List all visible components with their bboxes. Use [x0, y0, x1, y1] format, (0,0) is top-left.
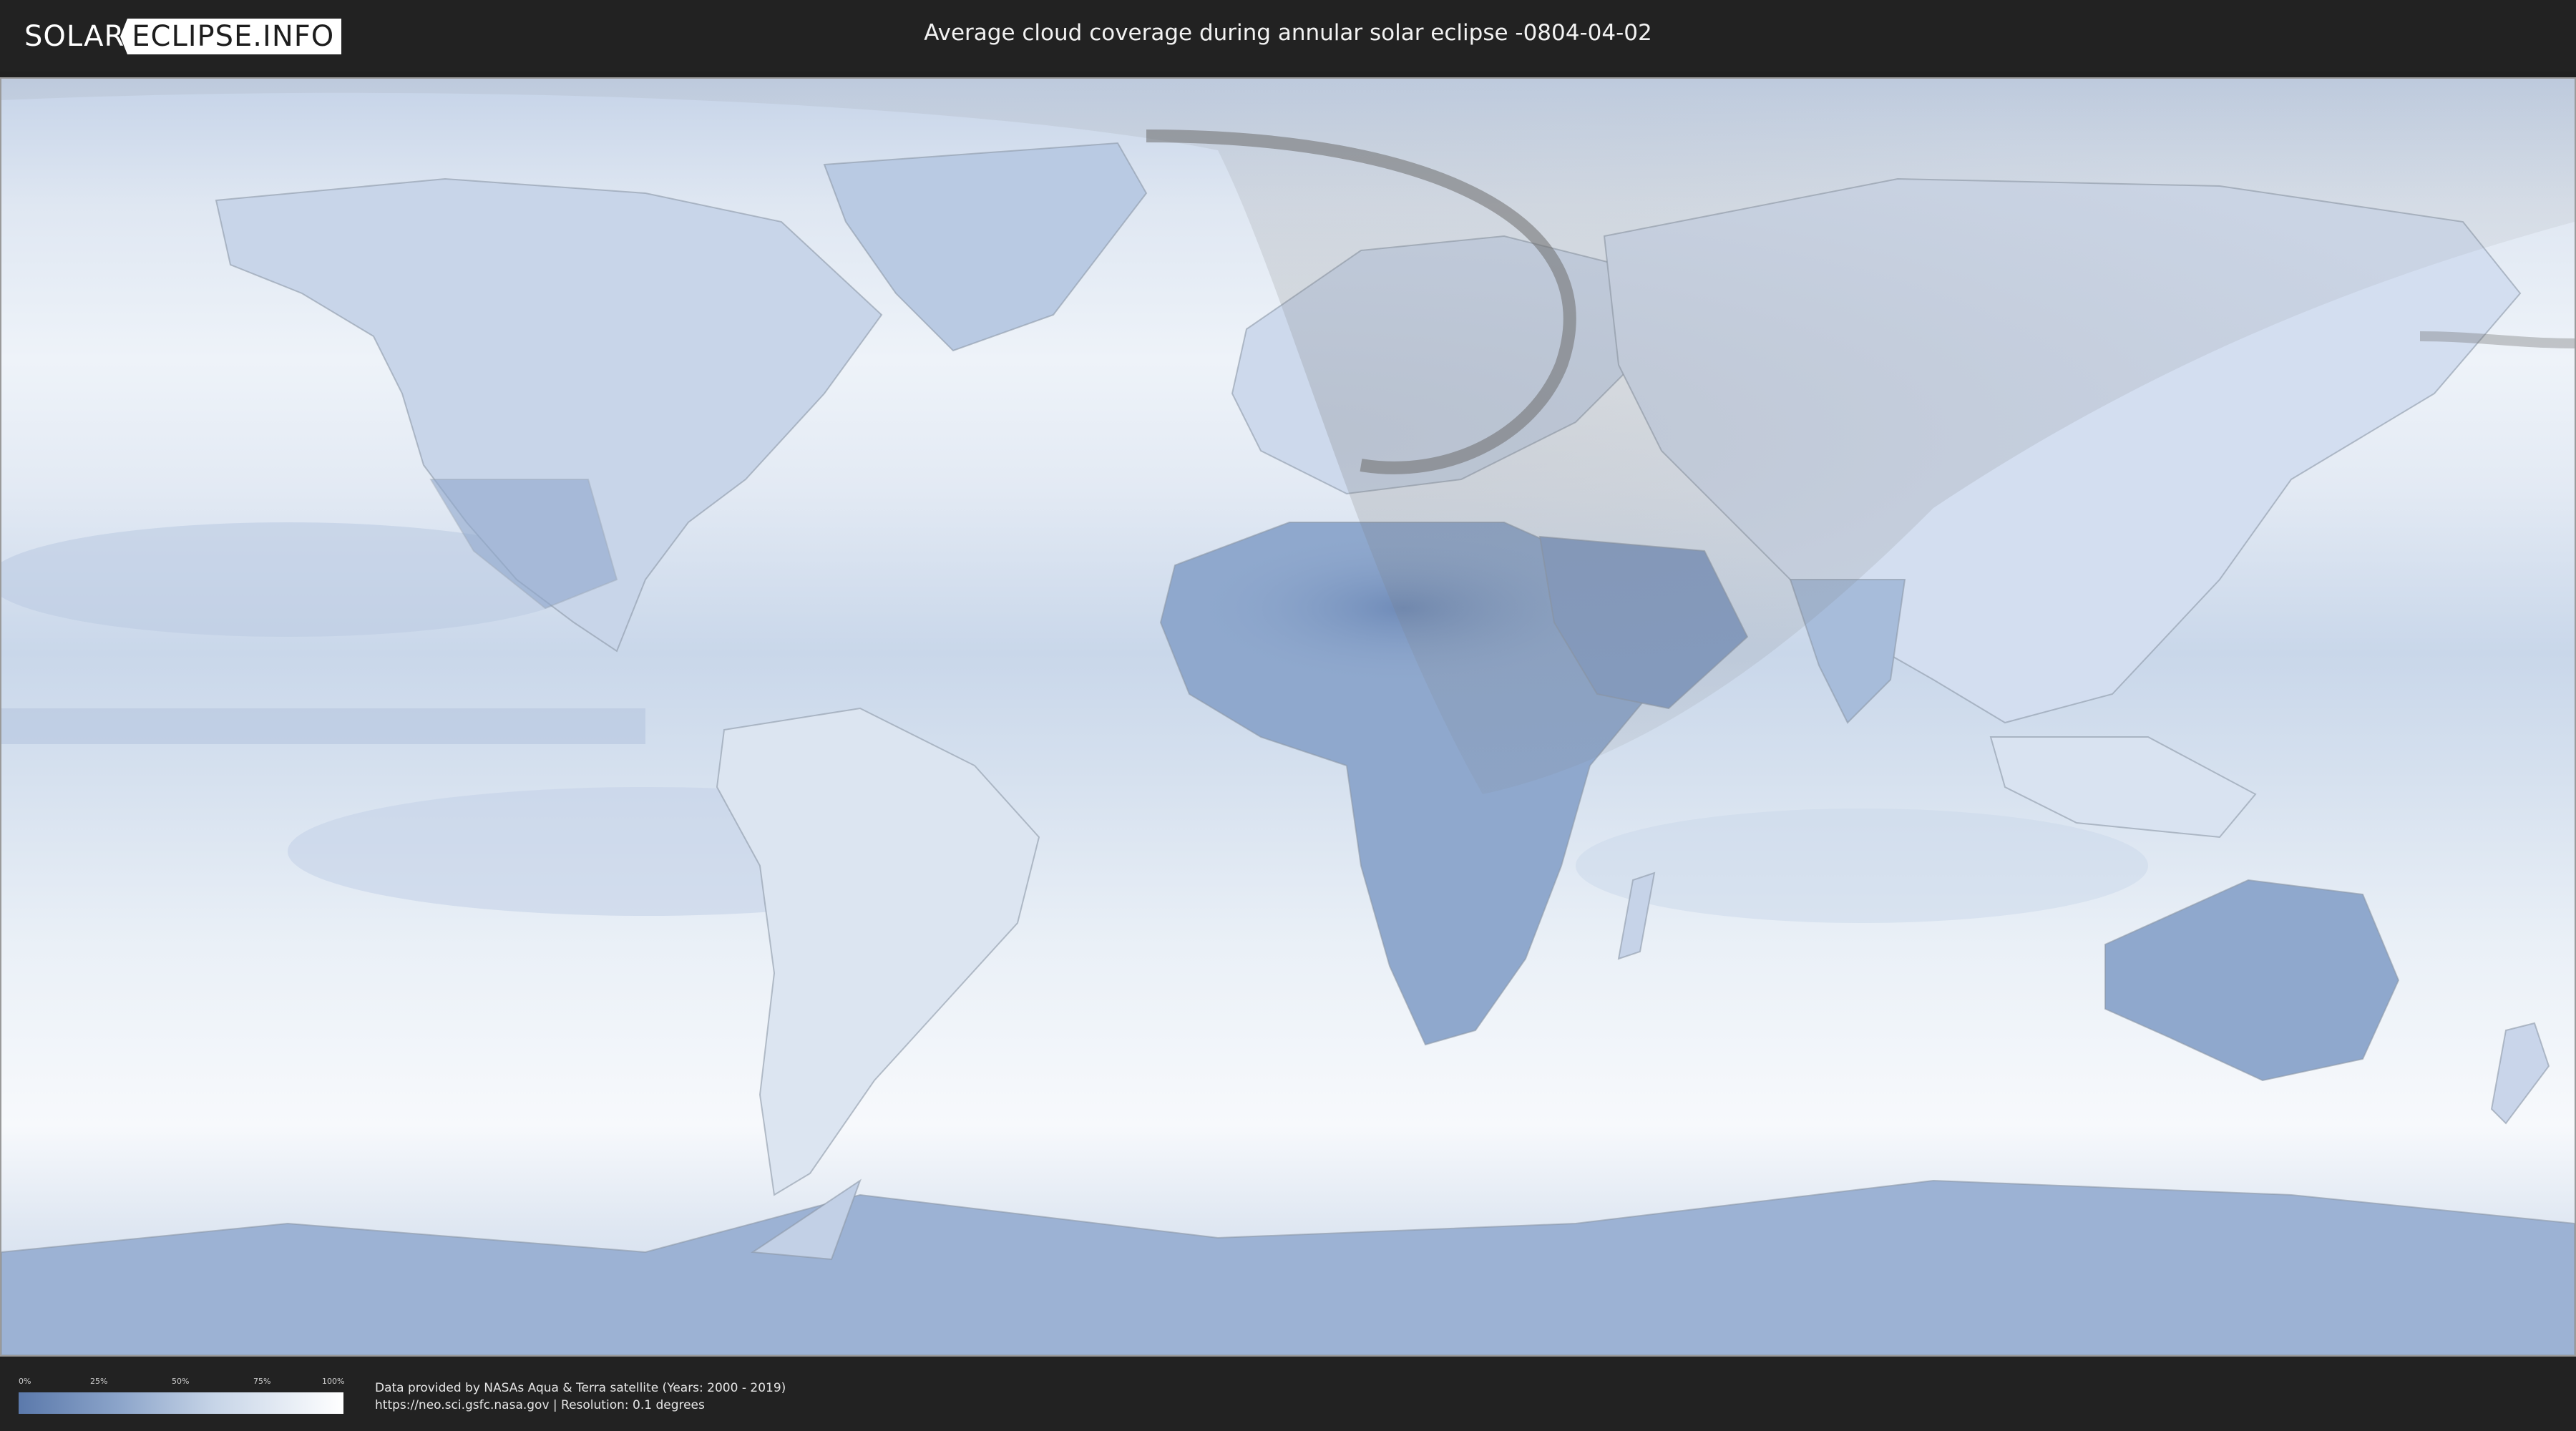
credits-line-url[interactable]: https://neo.sci.gsfc.nasa.gov | Resoluti… — [375, 1397, 786, 1414]
legend-tick: 0% — [19, 1377, 31, 1386]
itcz-cloud-band — [1, 708, 645, 744]
indian-ocean-clear-zone — [1576, 809, 2148, 923]
legend-tick: 50% — [172, 1377, 190, 1386]
map-frame — [0, 77, 2576, 1357]
cloud-coverage-map[interactable] — [1, 79, 2575, 1355]
legend-ticks: 0% 25% 50% 75% 100% — [19, 1377, 345, 1388]
legend-tick: 75% — [253, 1377, 271, 1386]
legend-tick: 100% — [322, 1377, 345, 1386]
legend-color-bar — [19, 1392, 343, 1414]
header-bar: SOLAR ECLIPSE.INFO Average cloud coverag… — [0, 0, 2576, 72]
legend-tick: 25% — [90, 1377, 108, 1386]
credits-line-source: Data provided by NASAs Aqua & Terra sate… — [375, 1381, 786, 1395]
data-credits: Data provided by NASAs Aqua & Terra sate… — [375, 1379, 786, 1414]
page-title: Average cloud coverage during annular so… — [924, 20, 1652, 46]
